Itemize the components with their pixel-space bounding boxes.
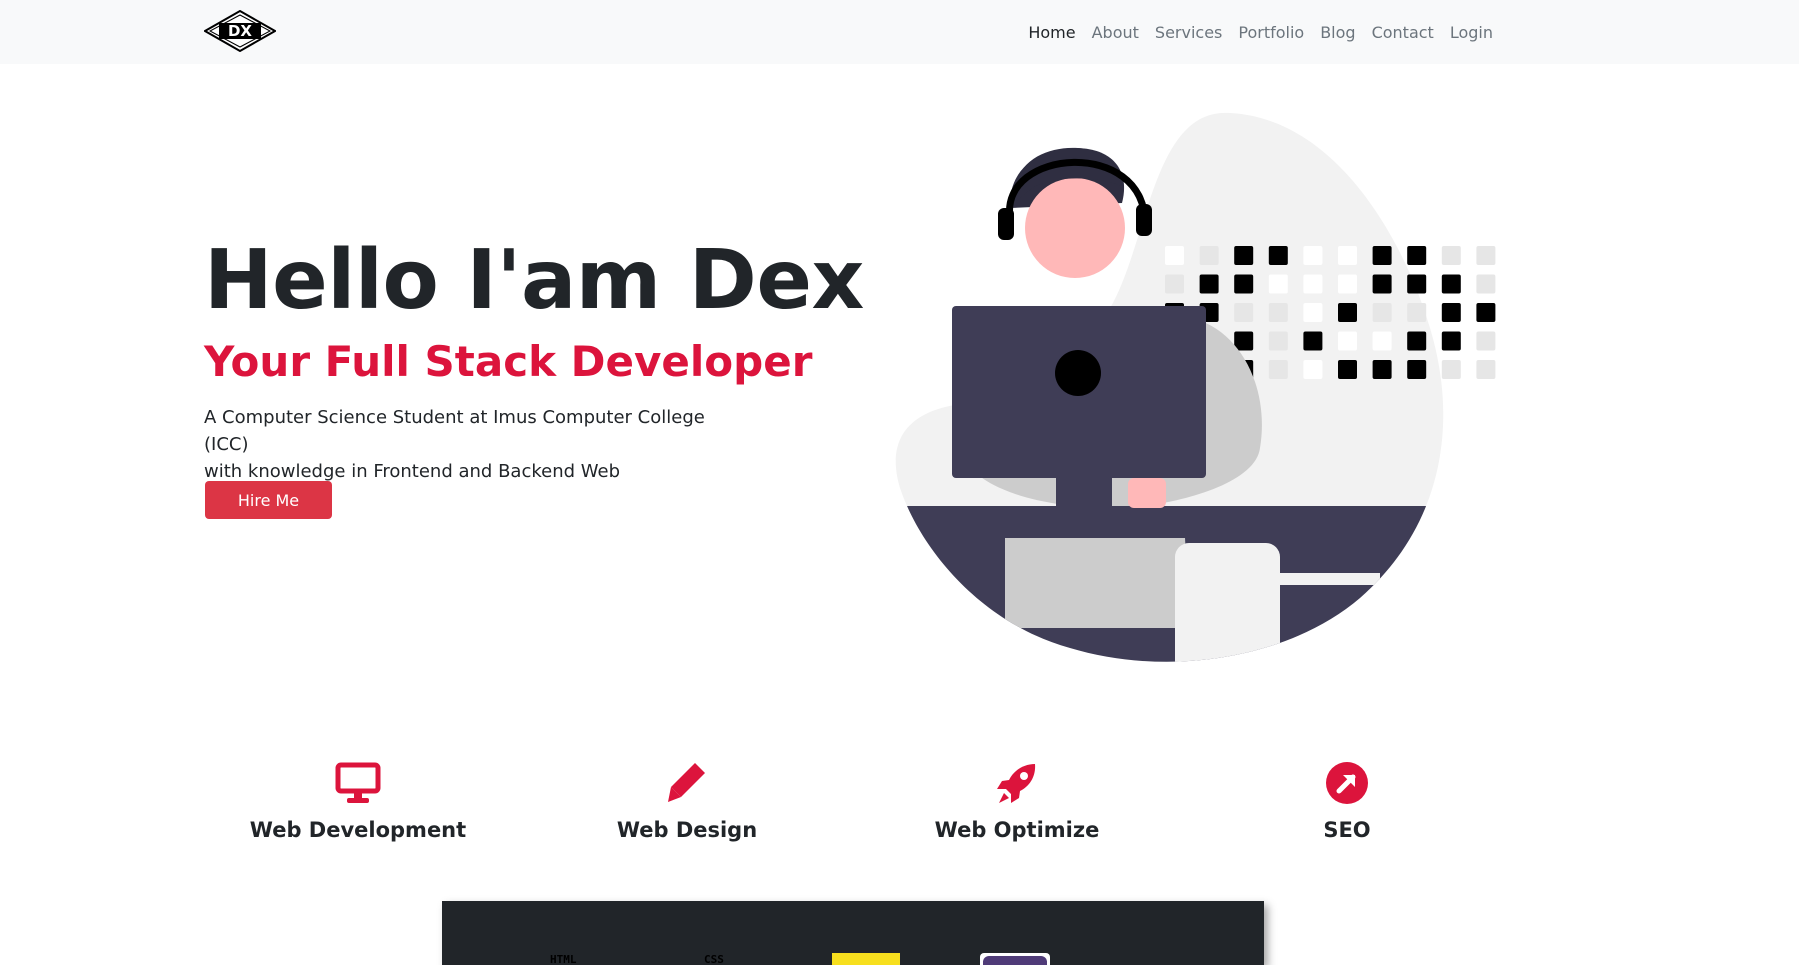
pixel-square (1234, 331, 1254, 351)
pixel-square (1199, 246, 1219, 265)
pixel-square (1165, 246, 1184, 265)
nav-blog-link[interactable]: Blog (1320, 23, 1355, 42)
pixel-square (1441, 331, 1461, 351)
service-web-development: Web Development (228, 760, 488, 842)
pixel-square (1234, 303, 1254, 322)
html-skill-label: HTML (550, 953, 577, 965)
laptop-stand (1056, 476, 1112, 508)
dx-logo[interactable]: DX (204, 10, 276, 52)
pixel-square (1338, 360, 1357, 379)
service-seo: SEO (1217, 760, 1477, 842)
nav-home-link[interactable]: Home (1028, 23, 1075, 42)
pixel-square (1234, 274, 1254, 294)
pixel-square (1407, 331, 1427, 351)
pixel-square (1338, 246, 1357, 265)
php-logo (980, 953, 1050, 965)
pixel-square (1303, 331, 1323, 351)
service-label: Web Development (249, 818, 467, 842)
pixel-square (1476, 331, 1496, 351)
main-nav: Home About Services Portfolio Blog Conta… (1028, 0, 1493, 64)
person-head (1025, 178, 1125, 278)
pencil-icon (668, 763, 705, 802)
nav-about-link[interactable]: About (1092, 23, 1139, 42)
service-web-optimize: Web Optimize (887, 760, 1147, 842)
pixel-square (1476, 274, 1496, 294)
monitor-icon (335, 762, 381, 803)
javascript-logo (832, 953, 900, 965)
pixel-square (1268, 331, 1288, 351)
logo-text: DX (228, 22, 252, 40)
hero-description-line1: A Computer Science Student at Imus Compu… (204, 407, 705, 455)
pixel-square (1303, 246, 1323, 265)
desk-shelf (1280, 573, 1380, 585)
pixel-square (1338, 303, 1357, 322)
service-label: SEO (1323, 818, 1371, 842)
pixel-square (1338, 274, 1357, 294)
pixel-square (1268, 274, 1288, 294)
pixel-square (1268, 246, 1288, 265)
css-skill-label: CSS (704, 953, 724, 965)
laptop-logo (1055, 350, 1101, 396)
pixel-square (1441, 246, 1461, 265)
pixel-square (1303, 303, 1323, 322)
pixel-square (1372, 331, 1392, 351)
nav-portfolio-link[interactable]: Portfolio (1238, 23, 1304, 42)
hero-title: Hello I'am Dex (204, 233, 864, 328)
pixel-square (1441, 303, 1461, 322)
pixel-square (1407, 274, 1427, 294)
pixel-square (1165, 274, 1184, 294)
right-hand (1128, 478, 1166, 508)
pixel-square (1476, 246, 1496, 265)
chair (1175, 543, 1280, 662)
person-legs (1005, 538, 1190, 628)
developer-illustration (895, 112, 1496, 662)
headphone-left (998, 208, 1014, 240)
rocket-icon (997, 764, 1036, 803)
pixel-square (1476, 303, 1496, 322)
pixel-square (1407, 246, 1427, 265)
nav-services-link[interactable]: Services (1155, 23, 1222, 42)
pixel-square (1199, 274, 1219, 294)
service-label: Web Optimize (934, 818, 1100, 842)
pixel-square (1407, 303, 1427, 322)
pixel-square (1338, 331, 1357, 351)
service-web-design: Web Design (557, 760, 817, 842)
pixel-square (1372, 360, 1392, 379)
skills-panel: HTML CSS (442, 901, 1264, 965)
hire-me-button[interactable]: Hire Me (205, 481, 332, 519)
arrow-circle-icon (1326, 762, 1368, 804)
pixel-square (1441, 360, 1461, 379)
pixel-square (1234, 246, 1254, 265)
pixel-square (1303, 360, 1323, 379)
pixel-square (1372, 303, 1392, 322)
service-label: Web Design (616, 818, 758, 842)
pixel-square (1372, 246, 1392, 265)
pixel-square (1407, 360, 1427, 379)
headphone-right (1136, 204, 1152, 236)
pixel-square (1372, 274, 1392, 294)
nav-contact-link[interactable]: Contact (1372, 23, 1434, 42)
nav-login-link[interactable]: Login (1450, 23, 1493, 42)
navbar: DX Home About Services Portfolio Blog Co… (0, 0, 1799, 64)
pixel-square (1268, 303, 1288, 322)
pixel-square (1441, 274, 1461, 294)
hero-subtitle: Your Full Stack Developer (204, 337, 813, 386)
pixel-square (1476, 360, 1496, 379)
pixel-square (1303, 274, 1323, 294)
pixel-square (1268, 360, 1288, 379)
